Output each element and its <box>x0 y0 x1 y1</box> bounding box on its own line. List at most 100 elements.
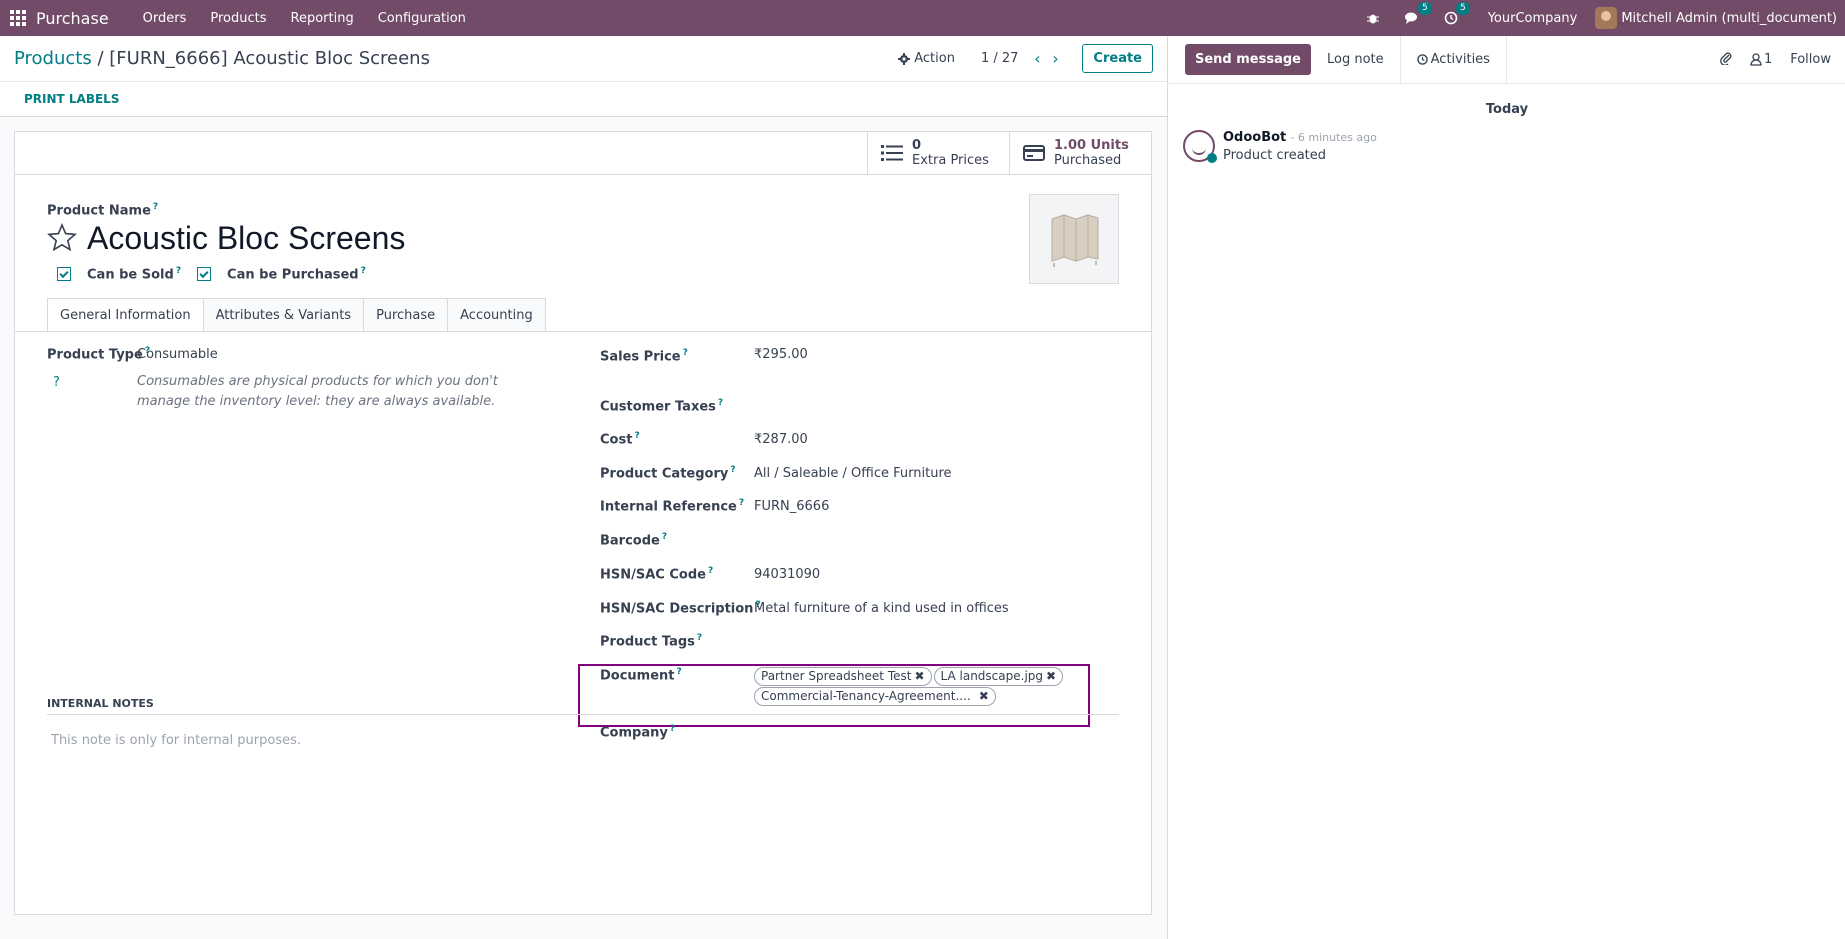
create-button[interactable]: Create <box>1082 44 1153 73</box>
purchased-value: 1.00 Units <box>1054 138 1129 153</box>
pager-value[interactable]: 1 / 27 <box>981 51 1018 66</box>
hsn-description-label: HSN/SAC Description? <box>600 600 761 617</box>
hsn-code-label: HSN/SAC Code? <box>600 566 714 583</box>
activities-button[interactable]: Activities <box>1399 35 1507 84</box>
customer-taxes-label: Customer Taxes? <box>600 398 724 415</box>
barcode-label: Barcode? <box>600 532 668 549</box>
document-tag[interactable]: LA landscape.jpg ✖ <box>933 667 1064 686</box>
sale-purchase-checkboxes: Can be Sold? Can be Purchased? <box>57 266 382 282</box>
bug-icon[interactable] <box>1366 11 1380 25</box>
messages-icon[interactable]: 5 <box>1404 2 1432 25</box>
breadcrumb-products-link[interactable]: Products <box>14 48 92 69</box>
menu-configuration[interactable]: Configuration <box>366 11 478 26</box>
hsn-code-field[interactable]: 94031090 <box>754 567 820 582</box>
document-tag[interactable]: Commercial-Tenancy-Agreement.... ✖ <box>754 687 996 706</box>
activities-badge: 5 <box>1455 2 1470 15</box>
app-name[interactable]: Purchase <box>36 9 109 28</box>
remove-tag-icon[interactable]: ✖ <box>1046 669 1056 683</box>
product-tags-label: Product Tags? <box>600 633 703 650</box>
tab-purchase[interactable]: Purchase <box>363 298 448 332</box>
gear-icon <box>898 52 911 65</box>
product-title: Acoustic Bloc Screens <box>47 220 405 257</box>
send-message-button[interactable]: Send message <box>1185 44 1311 75</box>
sales-price-field[interactable]: ₹295.00 <box>754 347 808 362</box>
product-type-select[interactable]: Consumable <box>137 347 218 362</box>
internal-reference-field[interactable]: FURN_6666 <box>754 499 829 514</box>
breadcrumb-current: [FURN_6666] Acoustic Bloc Screens <box>109 48 430 69</box>
cost-field[interactable]: ₹287.00 <box>754 432 808 447</box>
odoobot-avatar <box>1183 130 1217 163</box>
print-labels-button[interactable]: PRINT LABELS <box>24 92 119 106</box>
document-label: Document? <box>600 667 682 684</box>
button-box: 0 Extra Prices 1.00 Units Purchased <box>15 132 1151 175</box>
chatter: Send message Log note Activities 1 Follo… <box>1169 35 1845 939</box>
product-tags-field[interactable] <box>754 632 1094 650</box>
product-name-field[interactable]: Acoustic Bloc Screens <box>87 220 405 257</box>
internal-reference-label: Internal Reference? <box>600 498 745 515</box>
can-be-sold-checkbox[interactable] <box>57 267 71 282</box>
pager-previous-icon[interactable]: ‹ <box>1028 49 1046 68</box>
can-be-sold-label: Can be Sold? <box>87 266 182 283</box>
follow-button[interactable]: Follow <box>1790 52 1831 67</box>
credit-card-icon <box>1022 145 1046 161</box>
internal-notes-divider <box>47 714 1119 715</box>
pager-next-icon[interactable]: › <box>1046 49 1064 68</box>
message-time: - 6 minutes ago <box>1290 131 1377 144</box>
can-be-purchased-label: Can be Purchased? <box>227 266 366 283</box>
internal-notes-field[interactable]: This note is only for internal purposes. <box>51 733 301 748</box>
product-type-label: Product Type? <box>47 346 151 363</box>
tab-general-information[interactable]: General Information <box>47 298 203 332</box>
followers-button[interactable]: 1 <box>1750 52 1772 67</box>
control-panel: Products / [FURN_6666] Acoustic Bloc Scr… <box>0 36 1167 82</box>
menu-orders[interactable]: Orders <box>131 11 199 26</box>
avatar <box>1595 7 1618 29</box>
extra-prices-stat-button[interactable]: 0 Extra Prices <box>867 132 1009 174</box>
product-name-label: Product Name? <box>47 202 159 219</box>
apps-menu-icon[interactable] <box>0 0 36 36</box>
form-view: Products / [FURN_6666] Acoustic Bloc Scr… <box>0 36 1168 939</box>
breadcrumb-separator: / <box>97 48 104 69</box>
form-sheet: 0 Extra Prices 1.00 Units Purchased Produc… <box>14 131 1152 915</box>
message-author[interactable]: OdooBot <box>1223 130 1286 145</box>
purchased-stat-button[interactable]: 1.00 Units Purchased <box>1009 132 1151 174</box>
product-category-label: Product Category? <box>600 465 736 482</box>
top-navbar: Purchase Orders Products Reporting Confi… <box>0 0 1845 36</box>
document-tag[interactable]: Partner Spreadsheet Test ✖ <box>754 667 932 686</box>
user-name: Mitchell Admin (multi_document) <box>1621 10 1837 26</box>
favorite-star-icon[interactable] <box>47 222 77 255</box>
product-image[interactable] <box>1029 194 1119 284</box>
extra-prices-label: Extra Prices <box>912 153 989 168</box>
company-switcher[interactable]: YourCompany <box>1488 11 1578 26</box>
menu-reporting[interactable]: Reporting <box>279 11 366 26</box>
cost-label: Cost? <box>600 431 640 448</box>
menu-products[interactable]: Products <box>198 11 278 26</box>
tabs-divider <box>15 331 1151 332</box>
notebook-tabs: General Information Attributes & Variant… <box>47 298 546 332</box>
user-icon <box>1750 53 1762 66</box>
product-category-field[interactable]: All / Saleable / Office Furniture <box>754 466 952 481</box>
can-be-purchased-checkbox[interactable] <box>197 267 212 282</box>
log-note-button[interactable]: Log note <box>1311 36 1400 84</box>
company-field[interactable] <box>754 722 1094 740</box>
internal-notes-heading: INTERNAL NOTES <box>47 697 154 710</box>
customer-taxes-field[interactable] <box>754 396 1094 414</box>
messages-badge: 5 <box>1417 2 1432 15</box>
tab-attributes-variants[interactable]: Attributes & Variants <box>202 298 364 332</box>
message-body: Product created <box>1223 148 1327 163</box>
user-menu[interactable]: Mitchell Admin (multi_document) <box>1595 7 1837 29</box>
hsn-description-field[interactable]: Metal furniture of a kind used in office… <box>754 601 1009 616</box>
sales-price-label: Sales Price? <box>600 348 688 365</box>
tab-accounting[interactable]: Accounting <box>447 298 546 332</box>
remove-tag-icon[interactable]: ✖ <box>914 669 924 683</box>
activities-clock-icon[interactable]: 5 <box>1444 2 1470 25</box>
date-separator: Today <box>1485 102 1529 117</box>
action-menu-button[interactable]: Action <box>898 51 955 66</box>
help-icon: ? <box>53 375 60 390</box>
paperclip-icon[interactable] <box>1720 51 1732 69</box>
barcode-field[interactable] <box>754 532 1094 550</box>
product-type-help: Consumables are physical products for wh… <box>137 374 498 409</box>
form-statusbar: PRINT LABELS <box>0 82 1167 117</box>
remove-tag-icon[interactable]: ✖ <box>979 689 989 703</box>
extra-prices-value: 0 <box>912 138 922 153</box>
document-many2many-tags[interactable]: Partner Spreadsheet Test ✖ LA landscape.jp… <box>754 667 1084 707</box>
